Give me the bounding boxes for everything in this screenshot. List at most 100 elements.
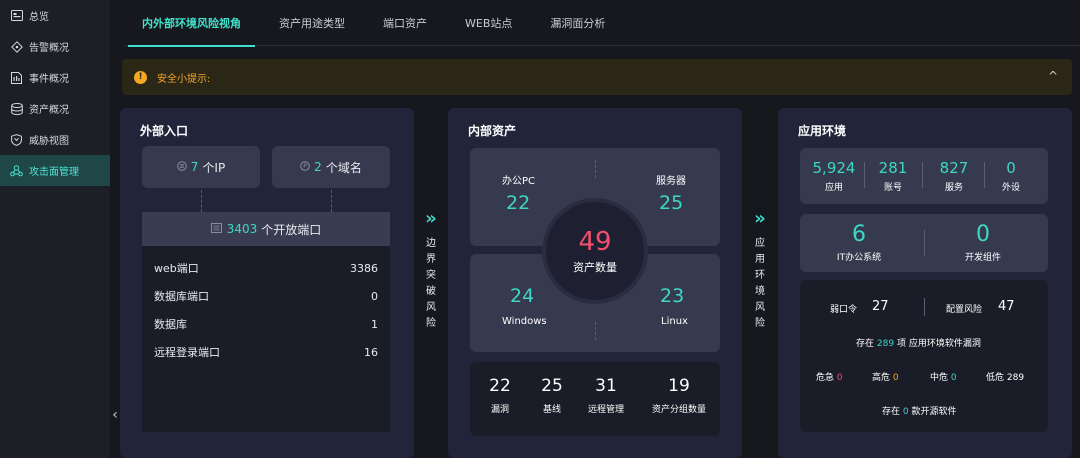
divider — [984, 162, 985, 188]
ip-icon — [176, 160, 187, 174]
severity-medium[interactable]: 中危 0 — [930, 370, 957, 383]
app-environment-card: 应用环境 5,924 应用 281 账号 827 服务 0 外设 6 IT办公系… — [778, 108, 1072, 458]
list-item[interactable]: 远程登录端口 16 — [142, 338, 390, 366]
sidebar-item-label: 总览 — [29, 12, 49, 23]
warning-icon: ! — [134, 70, 147, 84]
stat-accounts[interactable]: 281 账号 — [868, 159, 918, 193]
port-name: 远程登录端口 — [154, 346, 220, 359]
tab-port-assets[interactable]: 端口资产 — [365, 0, 445, 46]
alert-diamond-icon — [10, 40, 23, 53]
app-env-mid-stats: 6 IT办公系统 0 开发组件 — [800, 214, 1048, 272]
vuln-summary: 存在 289 项 应用环境软件漏洞 — [856, 339, 981, 349]
stat-remote-mgmt[interactable]: 31 远程管理 — [578, 376, 634, 415]
connector-line — [331, 190, 332, 212]
weak-password-value[interactable]: 27 — [872, 299, 889, 314]
sidebar-item-label: 资产概况 — [29, 105, 69, 116]
tab-risk-perspective[interactable]: 内外部环境风险视角 — [124, 0, 259, 47]
port-name: 数据库端口 — [154, 290, 209, 303]
divider — [922, 162, 923, 188]
overview-icon — [10, 9, 23, 22]
tab-asset-usage[interactable]: 资产用途类型 — [261, 0, 363, 46]
sidebar-item-threats[interactable]: 威胁视图 — [0, 124, 110, 155]
security-tip-text: 安全小提示: — [157, 73, 211, 85]
sidebar-item-overview[interactable]: 总览 — [0, 0, 110, 31]
port-list: web端口 3386 数据库端口 0 数据库 1 远程登录端口 16 — [142, 246, 390, 432]
tab-web-sites[interactable]: WEB站点 — [447, 0, 530, 46]
boundary-risk-connector: » 边界突 破风险 — [421, 210, 441, 332]
linux-label: Linux — [661, 316, 688, 327]
open-source-summary: 存在 0 款开源软件 — [882, 407, 957, 417]
attack-surface-icon — [10, 164, 23, 177]
card-title: 内部资产 — [468, 124, 517, 138]
svg-text:P: P — [303, 163, 307, 170]
domain-count: 2 — [314, 160, 322, 174]
config-risk-value[interactable]: 47 — [998, 299, 1015, 314]
app-env-top-stats: 5,924 应用 281 账号 827 服务 0 外设 — [800, 148, 1048, 204]
domain-label: 个域名 — [325, 160, 362, 175]
sidebar-item-label: 告警概况 — [29, 43, 69, 54]
sidebar-item-assets[interactable]: 资产概况 — [0, 93, 110, 124]
stat-peripherals[interactable]: 0 外设 — [986, 159, 1036, 193]
open-ports-label: 个开放端口 — [261, 222, 322, 237]
open-ports-count: 3403 — [226, 222, 258, 236]
port-name: 数据库 — [154, 318, 187, 331]
open-ports-bar[interactable]: 3403 个开放端口 — [142, 212, 390, 246]
ip-count-pill[interactable]: 7 个IP — [142, 146, 260, 188]
sidebar-item-alerts[interactable]: 告警概况 — [0, 31, 110, 62]
severity-high[interactable]: 高危 0 — [872, 370, 899, 383]
stat-asset-groups[interactable]: 19 资产分组数量 — [644, 376, 714, 415]
stat-dev-components[interactable]: 0 开发组件 — [938, 222, 1028, 263]
connector-line — [595, 322, 596, 340]
event-doc-icon — [10, 71, 23, 84]
internal-assets-card: 内部资产 办公PC 22 服务器 25 24 Windows 23 Linux … — [448, 108, 742, 458]
card-title: 应用环境 — [798, 124, 847, 138]
card-title: 外部入口 — [140, 124, 189, 138]
list-icon — [210, 222, 222, 236]
tab-bar: 内外部环境风险视角 资产用途类型 端口资产 WEB站点 漏洞面分析 — [124, 0, 1080, 47]
sidebar-item-attack-surface[interactable]: 攻击面管理 — [0, 155, 110, 186]
total-assets-label: 资产数量 — [573, 261, 617, 274]
stat-vulns[interactable]: 22 漏洞 — [480, 376, 520, 415]
total-assets-circle[interactable]: 49 资产数量 — [542, 198, 648, 304]
divider — [924, 298, 925, 316]
sidebar-item-label: 事件概况 — [29, 74, 69, 85]
windows-value: 24 — [510, 285, 535, 307]
vuln-count[interactable]: 289 — [877, 339, 894, 349]
connector-line — [201, 190, 202, 212]
port-value: 0 — [371, 289, 378, 303]
app-env-risk-panel: 弱口令 27 配置风险 47 存在 289 项 应用环境软件漏洞 危急 0 高危… — [800, 280, 1048, 432]
external-entry-card: 外部入口 7 个IP P 2 个域名 3403 个开放端口 web端口 3386… — [120, 108, 414, 458]
open-source-count[interactable]: 0 — [903, 407, 909, 417]
stat-baseline[interactable]: 25 基线 — [532, 376, 572, 415]
windows-label: Windows — [502, 316, 547, 327]
office-pc-value: 22 — [506, 192, 531, 214]
stat-applications[interactable]: 5,924 应用 — [806, 159, 862, 193]
office-pc-label: 办公PC — [502, 176, 536, 187]
list-item[interactable]: web端口 3386 — [142, 254, 390, 282]
severity-critical[interactable]: 危急 0 — [816, 370, 843, 383]
sidebar-item-events[interactable]: 事件概况 — [0, 62, 110, 93]
boundary-risk-label: 边界突 破风险 — [426, 238, 436, 329]
divider — [864, 162, 865, 188]
chevron-up-icon[interactable]: ^ — [1048, 69, 1058, 83]
list-item[interactable]: 数据库 1 — [142, 310, 390, 338]
divider — [924, 230, 925, 256]
tab-vuln-analysis[interactable]: 漏洞面分析 — [532, 0, 623, 46]
main-content: 内外部环境风险视角 资产用途类型 端口资产 WEB站点 漏洞面分析 ! 安全小提… — [110, 0, 1080, 458]
port-name: web端口 — [154, 262, 199, 275]
stat-it-office-systems[interactable]: 6 IT办公系统 — [814, 222, 904, 263]
sidebar-item-label: 威胁视图 — [29, 136, 69, 147]
shield-icon — [10, 133, 23, 146]
severity-low[interactable]: 低危 289 — [986, 370, 1024, 383]
domain-count-pill[interactable]: P 2 个域名 — [272, 146, 390, 188]
double-chevron-right-icon: » — [425, 208, 437, 229]
linux-value: 23 — [660, 285, 685, 307]
server-label: 服务器 — [656, 176, 686, 187]
list-item[interactable]: 数据库端口 0 — [142, 282, 390, 310]
sidebar: 总览 告警概况 事件概况 资产概况 威胁视图 攻击面管理 — [0, 0, 110, 458]
config-risk-label: 配置风险 — [946, 305, 983, 315]
stat-services[interactable]: 827 服务 — [926, 159, 982, 193]
connector-line — [595, 160, 596, 178]
ip-count: 7 — [190, 160, 199, 174]
server-value: 25 — [659, 192, 684, 214]
